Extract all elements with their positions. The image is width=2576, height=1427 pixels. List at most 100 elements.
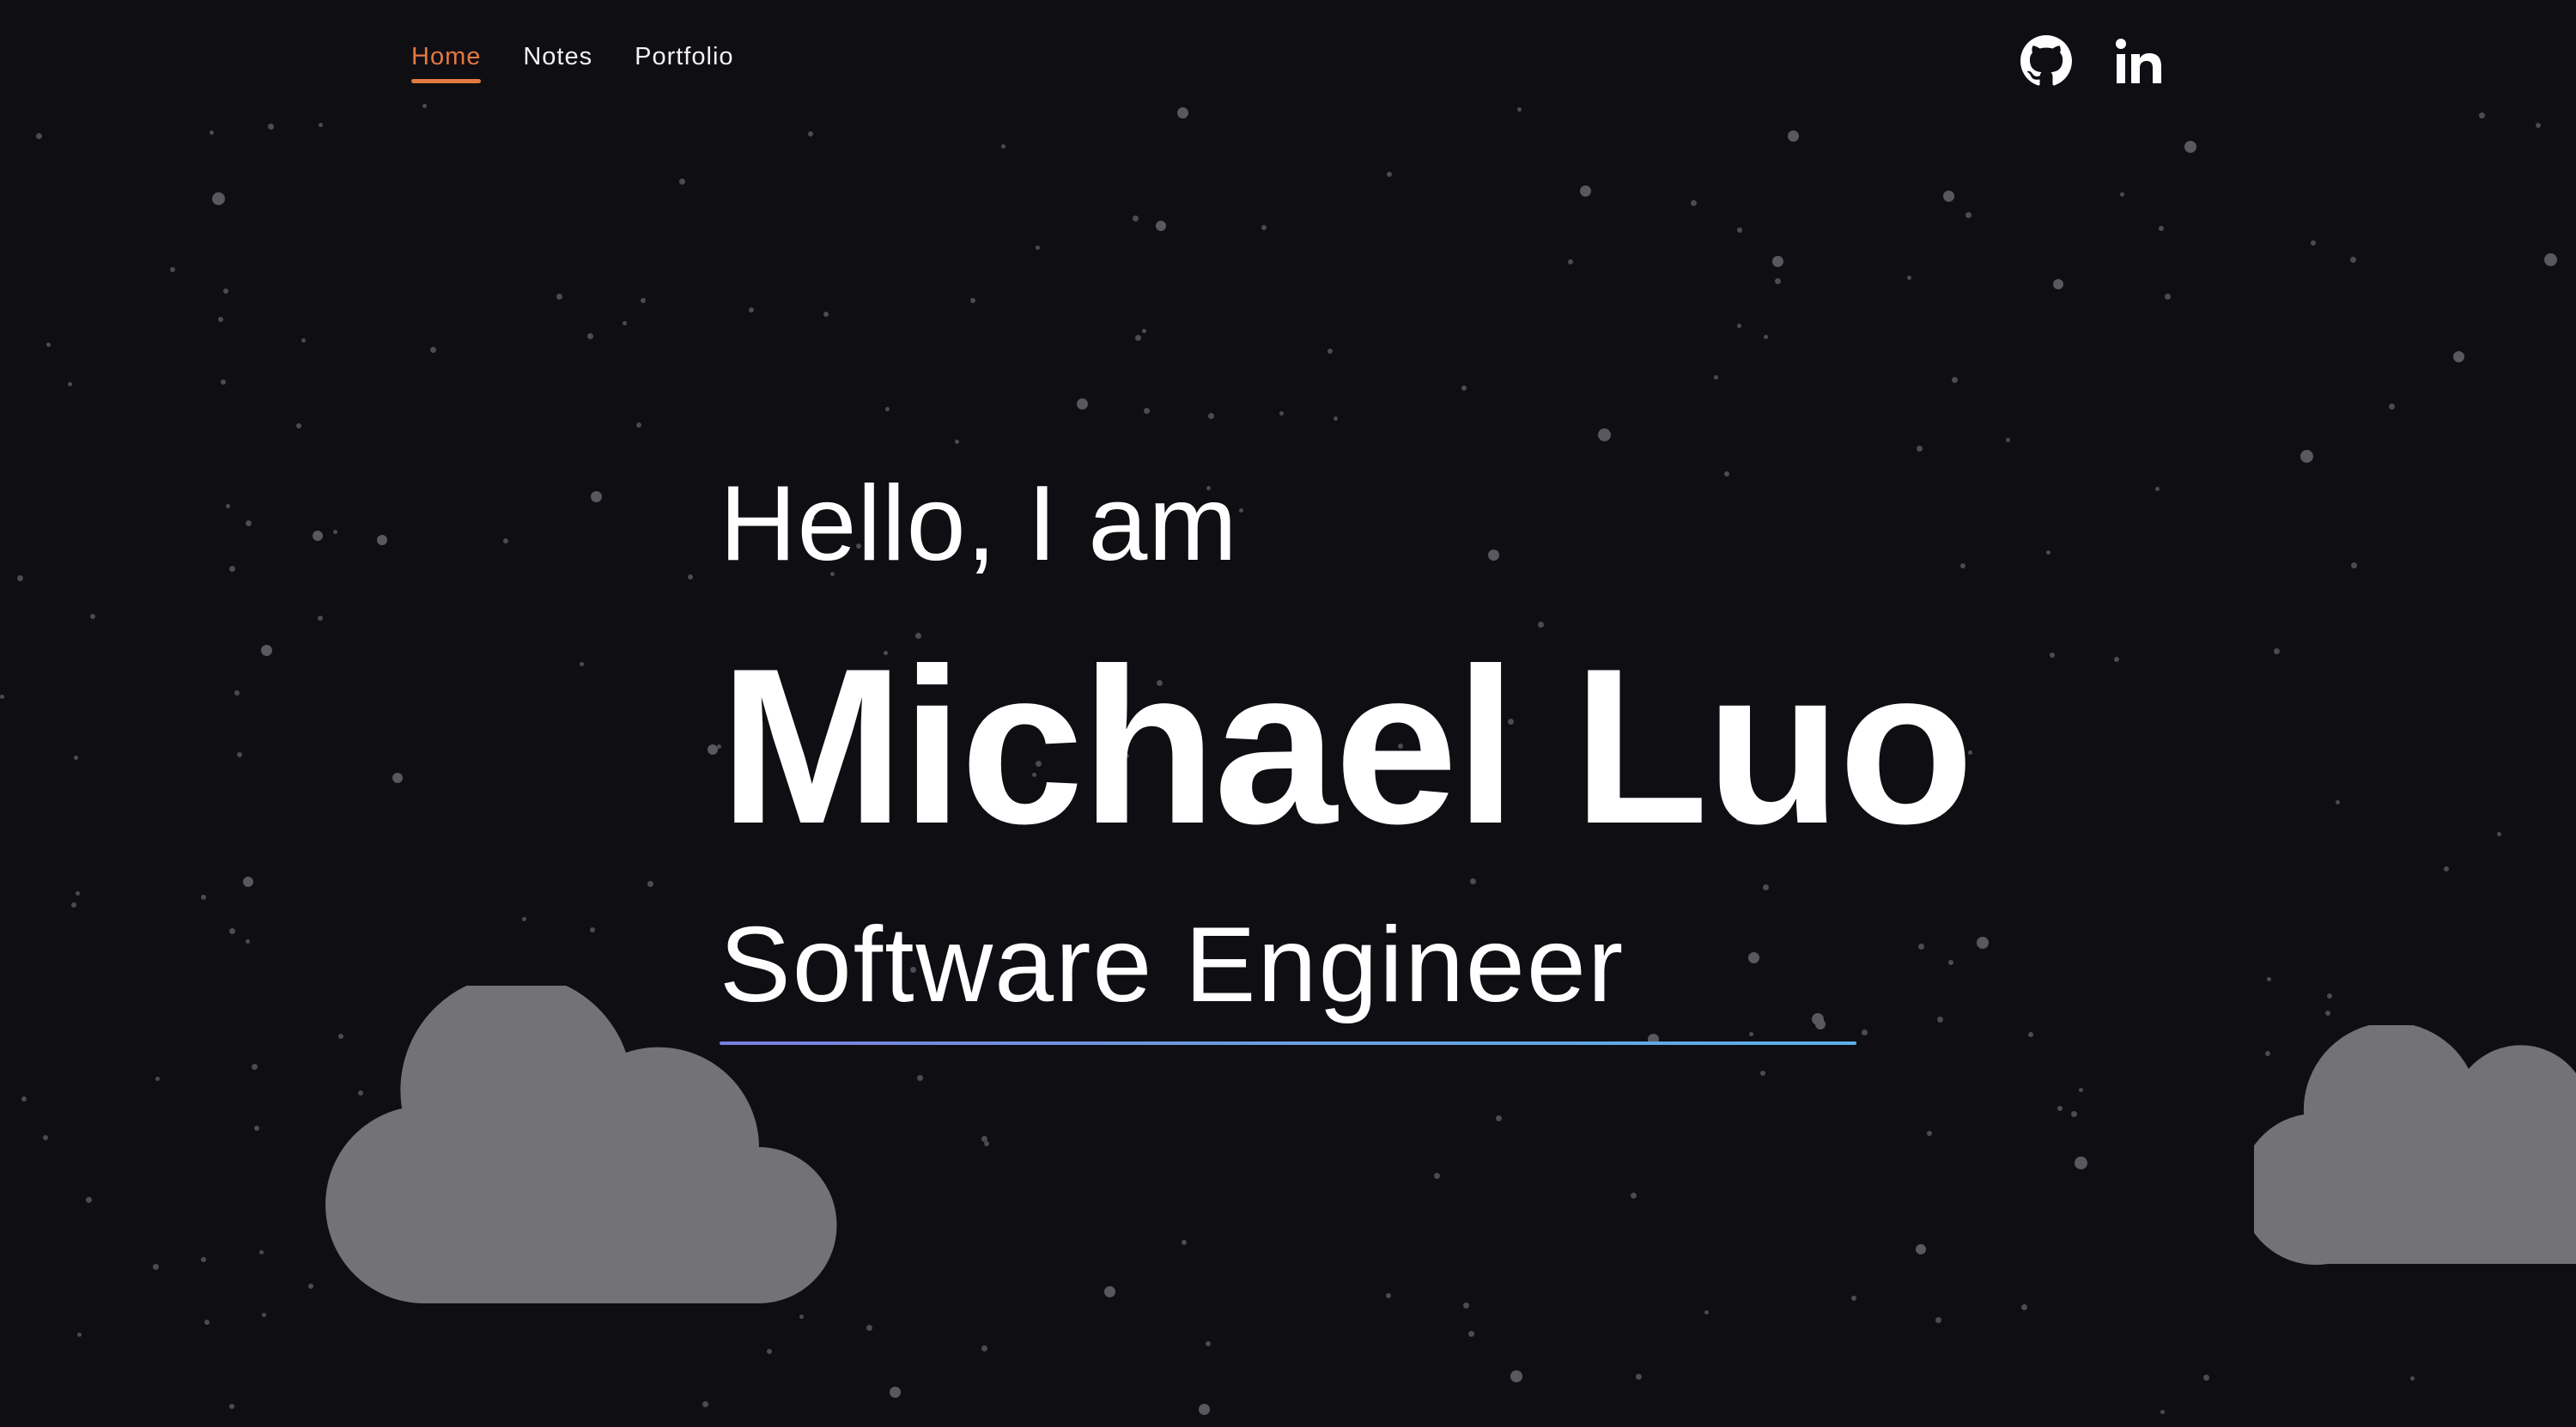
star-dot <box>2444 866 2449 871</box>
star-dot <box>1182 1240 1187 1245</box>
star-dot <box>2006 438 2010 442</box>
star-dot <box>2267 977 2271 981</box>
star-dot <box>1636 1374 1642 1380</box>
star-dot <box>2159 226 2164 231</box>
star-dot <box>2351 562 2357 568</box>
star-dot <box>1788 131 1799 142</box>
star-dot <box>2075 1157 2087 1169</box>
star-dot <box>243 877 253 887</box>
star-dot <box>2184 141 2196 153</box>
star-dot <box>301 338 306 343</box>
star-dot <box>46 343 51 347</box>
star-dot <box>229 928 235 934</box>
star-dot <box>1724 471 1729 477</box>
star-dot <box>430 347 436 353</box>
star-dot <box>422 104 427 108</box>
star-dot <box>76 891 80 896</box>
star-dot <box>2203 1375 2209 1381</box>
star-dot <box>318 616 323 621</box>
cloud-right <box>2254 1025 2576 1266</box>
star-dot <box>1952 377 1958 383</box>
hero-greeting: Hello, I am <box>720 465 1238 583</box>
star-dot <box>2350 257 2356 263</box>
star-dot <box>590 927 595 932</box>
star-dot <box>43 1135 48 1140</box>
hero-role: Software Engineer <box>720 906 1625 1024</box>
star-dot <box>1239 508 1243 513</box>
star-dot <box>1691 200 1697 206</box>
star-dot <box>261 645 272 656</box>
star-dot <box>2311 240 2316 246</box>
star-dot <box>2057 1106 2063 1111</box>
star-dot <box>2046 550 2050 555</box>
page: Home Notes Portfolio Hello, I am Michael… <box>0 0 2576 1427</box>
star-dot <box>1764 335 1768 339</box>
star-dot <box>1580 185 1591 197</box>
star-dot <box>2325 1011 2330 1016</box>
star-dot <box>970 298 975 303</box>
star-dot <box>218 317 223 322</box>
star-dot <box>2021 1304 2027 1310</box>
star-dot <box>522 917 526 921</box>
role-underline <box>720 1041 1856 1045</box>
star-dot <box>1943 191 1954 202</box>
star-dot <box>1815 1019 1826 1029</box>
star-dot <box>2389 404 2395 410</box>
nav-home-link[interactable]: Home <box>411 43 482 83</box>
nav-portfolio-link[interactable]: Portfolio <box>635 43 733 83</box>
star-dot <box>2536 123 2541 128</box>
star-dot <box>1517 107 1522 112</box>
star-dot <box>1208 413 1214 419</box>
linkedin-icon <box>2116 39 2161 83</box>
hero-greeting-container: Hello, I am <box>720 471 1238 577</box>
star-dot <box>319 123 323 127</box>
star-dot <box>955 440 959 444</box>
star-dot <box>503 538 508 543</box>
star-dot <box>246 939 250 944</box>
star-dot <box>591 491 602 502</box>
star-dot <box>71 902 76 908</box>
star-dot <box>1748 952 1759 963</box>
star-dot <box>580 662 584 666</box>
star-dot <box>1077 398 1088 410</box>
star-dot <box>1918 944 1924 950</box>
social-links <box>2020 34 2166 88</box>
star-dot <box>2079 1088 2083 1092</box>
main-nav: Home Notes Portfolio <box>411 43 776 83</box>
star-dot <box>1631 1193 1637 1199</box>
star-dot <box>204 1320 210 1325</box>
star-dot <box>392 773 403 783</box>
star-dot <box>1851 1296 1856 1301</box>
star-dot <box>246 520 252 526</box>
star-dot <box>1036 246 1040 250</box>
star-dot <box>1104 1286 1115 1297</box>
star-dot <box>252 1064 258 1070</box>
star-dot <box>2274 648 2280 654</box>
star-dot <box>90 614 95 619</box>
star-dot <box>1510 1370 1522 1382</box>
star-dot <box>647 881 653 887</box>
star-dot <box>262 1313 266 1317</box>
star-dot <box>1463 1303 1469 1309</box>
star-dot <box>201 1257 206 1262</box>
star-dot <box>2053 279 2063 289</box>
star-dot <box>1461 386 1467 391</box>
star-dot <box>296 423 301 428</box>
star-dot <box>2155 487 2160 491</box>
star-dot <box>799 1315 804 1319</box>
star-dot <box>1749 1032 1753 1036</box>
star-dot <box>1916 1244 1926 1254</box>
star-dot <box>623 321 627 325</box>
star-dot <box>556 294 562 300</box>
star-dot <box>1142 329 1146 333</box>
github-link[interactable] <box>2020 34 2073 88</box>
star-dot <box>1156 221 1166 231</box>
star-dot <box>0 695 4 699</box>
star-dot <box>587 333 593 339</box>
star-dot <box>308 1284 313 1289</box>
star-dot <box>1144 408 1150 414</box>
linkedin-link[interactable] <box>2112 34 2166 88</box>
star-dot <box>1386 1293 1391 1298</box>
nav-notes-link[interactable]: Notes <box>523 43 592 83</box>
star-dot <box>2336 800 2340 805</box>
